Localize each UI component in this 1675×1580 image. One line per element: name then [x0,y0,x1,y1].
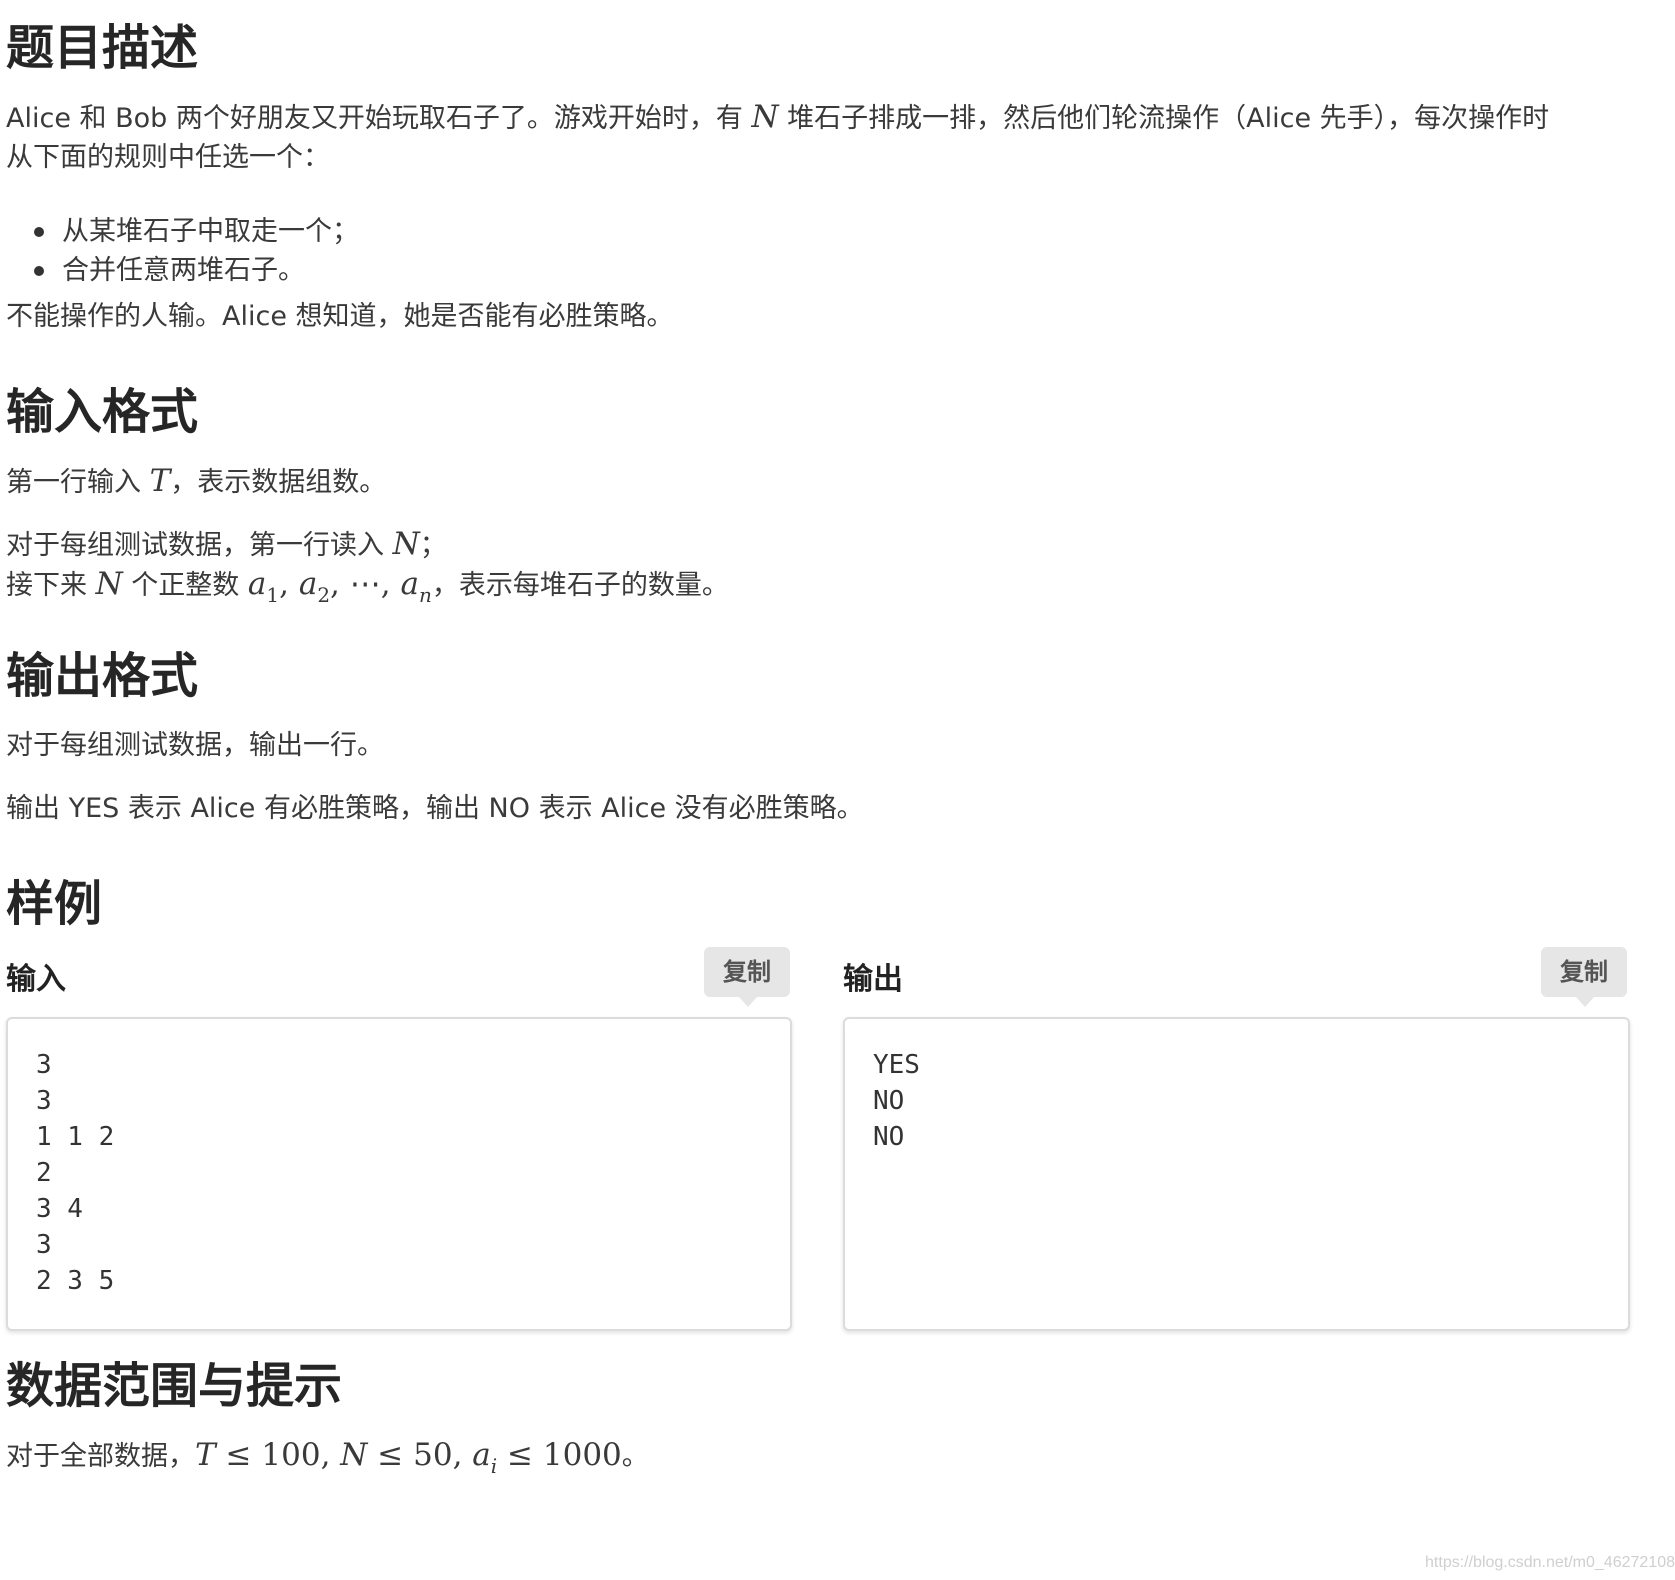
input-format-line-1: 第一行输入 T，表示数据组数。 [6,463,387,499]
output-format-line-2: 输出 YES 表示 Alice 有必胜策略，输出 NO 表示 Alice 没有必… [6,793,864,824]
sample-output-code: YES NO NO [873,1050,920,1152]
tooltip-pointer-icon [739,997,757,1007]
watermark: https://blog.csdn.net/m0_46272108 [1425,1554,1675,1571]
constraints-heading: 数据范围与提示 [6,1358,343,1414]
bullet-icon [34,266,44,276]
constraints-line: 对于全部数据，T ≤ 100, N ≤ 50, ai ≤ 1000。 [6,1437,649,1478]
description-line-1: Alice 和 Bob 两个好朋友又开始玩取石子了。游戏开始时，有 N 堆石子排… [6,99,1550,135]
description-paragraph: Alice 和 Bob 两个好朋友又开始玩取石子了。游戏开始时，有 N 堆石子排… [6,98,1549,177]
sample-input-label: 输入 [6,962,66,997]
sample-input-code: 3 3 1 1 2 2 3 4 3 2 3 5 [36,1050,115,1296]
sample-output-box[interactable]: YES NO NO [843,1017,1630,1331]
description-line-2: 从下面的规则中任选一个： [6,142,330,173]
sample-heading: 样例 [6,876,103,932]
description-heading: 题目描述 [6,20,199,76]
list-item: 合并任意两堆石子。 [6,251,359,290]
input-format-line-2: 对于每组测试数据，第一行读入 N； [6,526,447,562]
description-ending: 不能操作的人输。Alice 想知道，她是否能有必胜策略。 [6,301,674,332]
copy-input-label: 复制 [723,958,771,986]
sample-output-label: 输出 [843,962,903,997]
tooltip-pointer-icon [1576,997,1594,1007]
list-item: 从某堆石子中取走一个； [6,212,359,251]
input-format-paragraph: 对于每组测试数据，第一行读入 N； 接下来 N 个正整数 a1, a2, ⋯, … [6,525,729,607]
copy-input-button[interactable]: 复制 [704,947,790,1007]
input-format-heading: 输入格式 [6,384,199,440]
output-format-line-1: 对于每组测试数据，输出一行。 [6,730,384,761]
copy-output-button[interactable]: 复制 [1541,947,1627,1007]
sample-input-box[interactable]: 3 3 1 1 2 2 3 4 3 2 3 5 [6,1017,792,1331]
copy-output-label: 复制 [1560,958,1608,986]
rules-list: 从某堆石子中取走一个； 合并任意两堆石子。 [6,212,359,290]
output-format-heading: 输出格式 [6,648,199,704]
input-format-line-3: 接下来 N 个正整数 a1, a2, ⋯, an，表示每堆石子的数量。 [6,566,729,607]
bullet-icon [34,227,44,237]
